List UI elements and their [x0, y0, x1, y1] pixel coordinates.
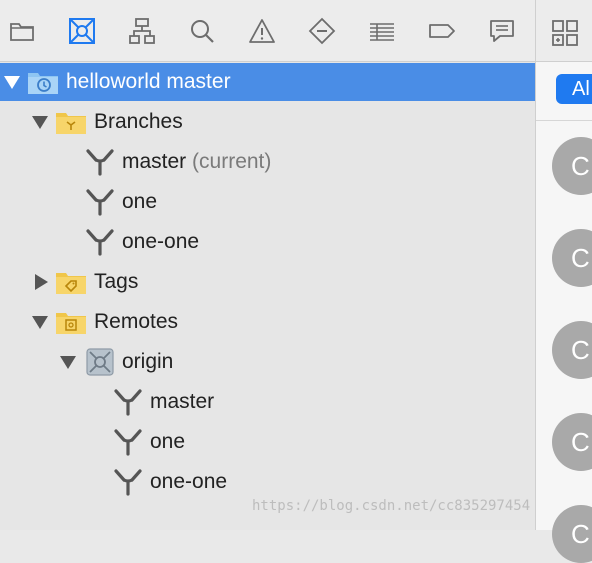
remote-repository-icon	[84, 348, 116, 376]
tree-row-tags[interactable]: Tags	[0, 262, 535, 302]
tree-row-remote-branch-one-one[interactable]: one-one	[0, 462, 535, 502]
grid-view-icon[interactable]	[550, 18, 580, 48]
author-avatar: C	[552, 321, 592, 379]
source-control-icon[interactable]	[65, 14, 99, 48]
tree-row-branches[interactable]: Branches	[0, 102, 535, 142]
branch-icon	[84, 148, 116, 176]
folder-icon[interactable]	[5, 14, 39, 48]
remotes-folder-icon	[55, 308, 87, 336]
watermark-text: https://blog.csdn.net/cc835297454	[252, 498, 531, 514]
author-avatar: C	[552, 413, 592, 471]
branch-one-label: one	[122, 190, 158, 213]
right-toolbar	[536, 0, 592, 62]
branches-folder-icon	[55, 108, 87, 136]
branch-icon	[84, 228, 116, 256]
current-branch-badge: (current)	[192, 150, 272, 173]
report-icon[interactable]	[485, 14, 519, 48]
tree-row-remote-branch-one[interactable]: one	[0, 422, 535, 462]
author-avatar: C	[552, 229, 592, 287]
branch-icon	[112, 468, 144, 496]
tree-row-branch-master[interactable]: master (current)	[0, 142, 535, 182]
tree-row-branch-one-one[interactable]: one-one	[0, 222, 535, 262]
repository-label: helloworld master	[66, 70, 231, 93]
tree-row-remotes[interactable]: Remotes	[0, 302, 535, 342]
branch-master-label: master	[122, 150, 187, 173]
navigator-panel: helloworld master Branches master (curre…	[0, 0, 535, 530]
hierarchy-icon[interactable]	[125, 14, 159, 48]
tags-folder-icon	[55, 268, 87, 296]
branch-icon	[112, 428, 144, 456]
tree-row-remote-origin[interactable]: origin	[0, 342, 535, 382]
test-diamond-icon[interactable]	[305, 14, 339, 48]
navigator-toolbar	[0, 0, 535, 62]
tree-row-remote-branch-master[interactable]: master	[0, 382, 535, 422]
breakpoint-icon[interactable]	[425, 14, 459, 48]
remote-branch-master-label: master	[150, 390, 215, 413]
disclosure-triangle-open-icon[interactable]	[3, 73, 21, 91]
author-avatar: C	[552, 137, 592, 195]
tree-row-branch-one[interactable]: one	[0, 182, 535, 222]
remote-origin-label: origin	[122, 350, 174, 373]
commit-history-panel: Al C C C C C	[536, 0, 592, 563]
tags-label: Tags	[94, 270, 139, 293]
search-icon[interactable]	[185, 14, 219, 48]
filter-bar: Al	[536, 62, 592, 121]
warning-icon[interactable]	[245, 14, 279, 48]
tree-row-repository[interactable]: helloworld master	[0, 63, 535, 101]
branches-label: Branches	[94, 110, 183, 133]
remotes-label: Remotes	[94, 310, 179, 333]
disclosure-triangle-open-icon[interactable]	[59, 353, 77, 371]
repository-folder-icon	[27, 68, 59, 96]
disclosure-triangle-open-icon[interactable]	[31, 313, 49, 331]
list-icon[interactable]	[365, 14, 399, 48]
filter-all-button[interactable]: Al	[556, 74, 592, 104]
branch-one-one-label: one-one	[122, 230, 200, 253]
disclosure-triangle-open-icon[interactable]	[31, 113, 49, 131]
disclosure-triangle-closed-icon[interactable]	[32, 273, 50, 291]
author-avatar: C	[552, 505, 592, 563]
branch-icon	[84, 188, 116, 216]
remote-branch-one-one-label: one-one	[150, 470, 228, 493]
branch-icon	[112, 388, 144, 416]
remote-branch-one-label: one	[150, 430, 186, 453]
